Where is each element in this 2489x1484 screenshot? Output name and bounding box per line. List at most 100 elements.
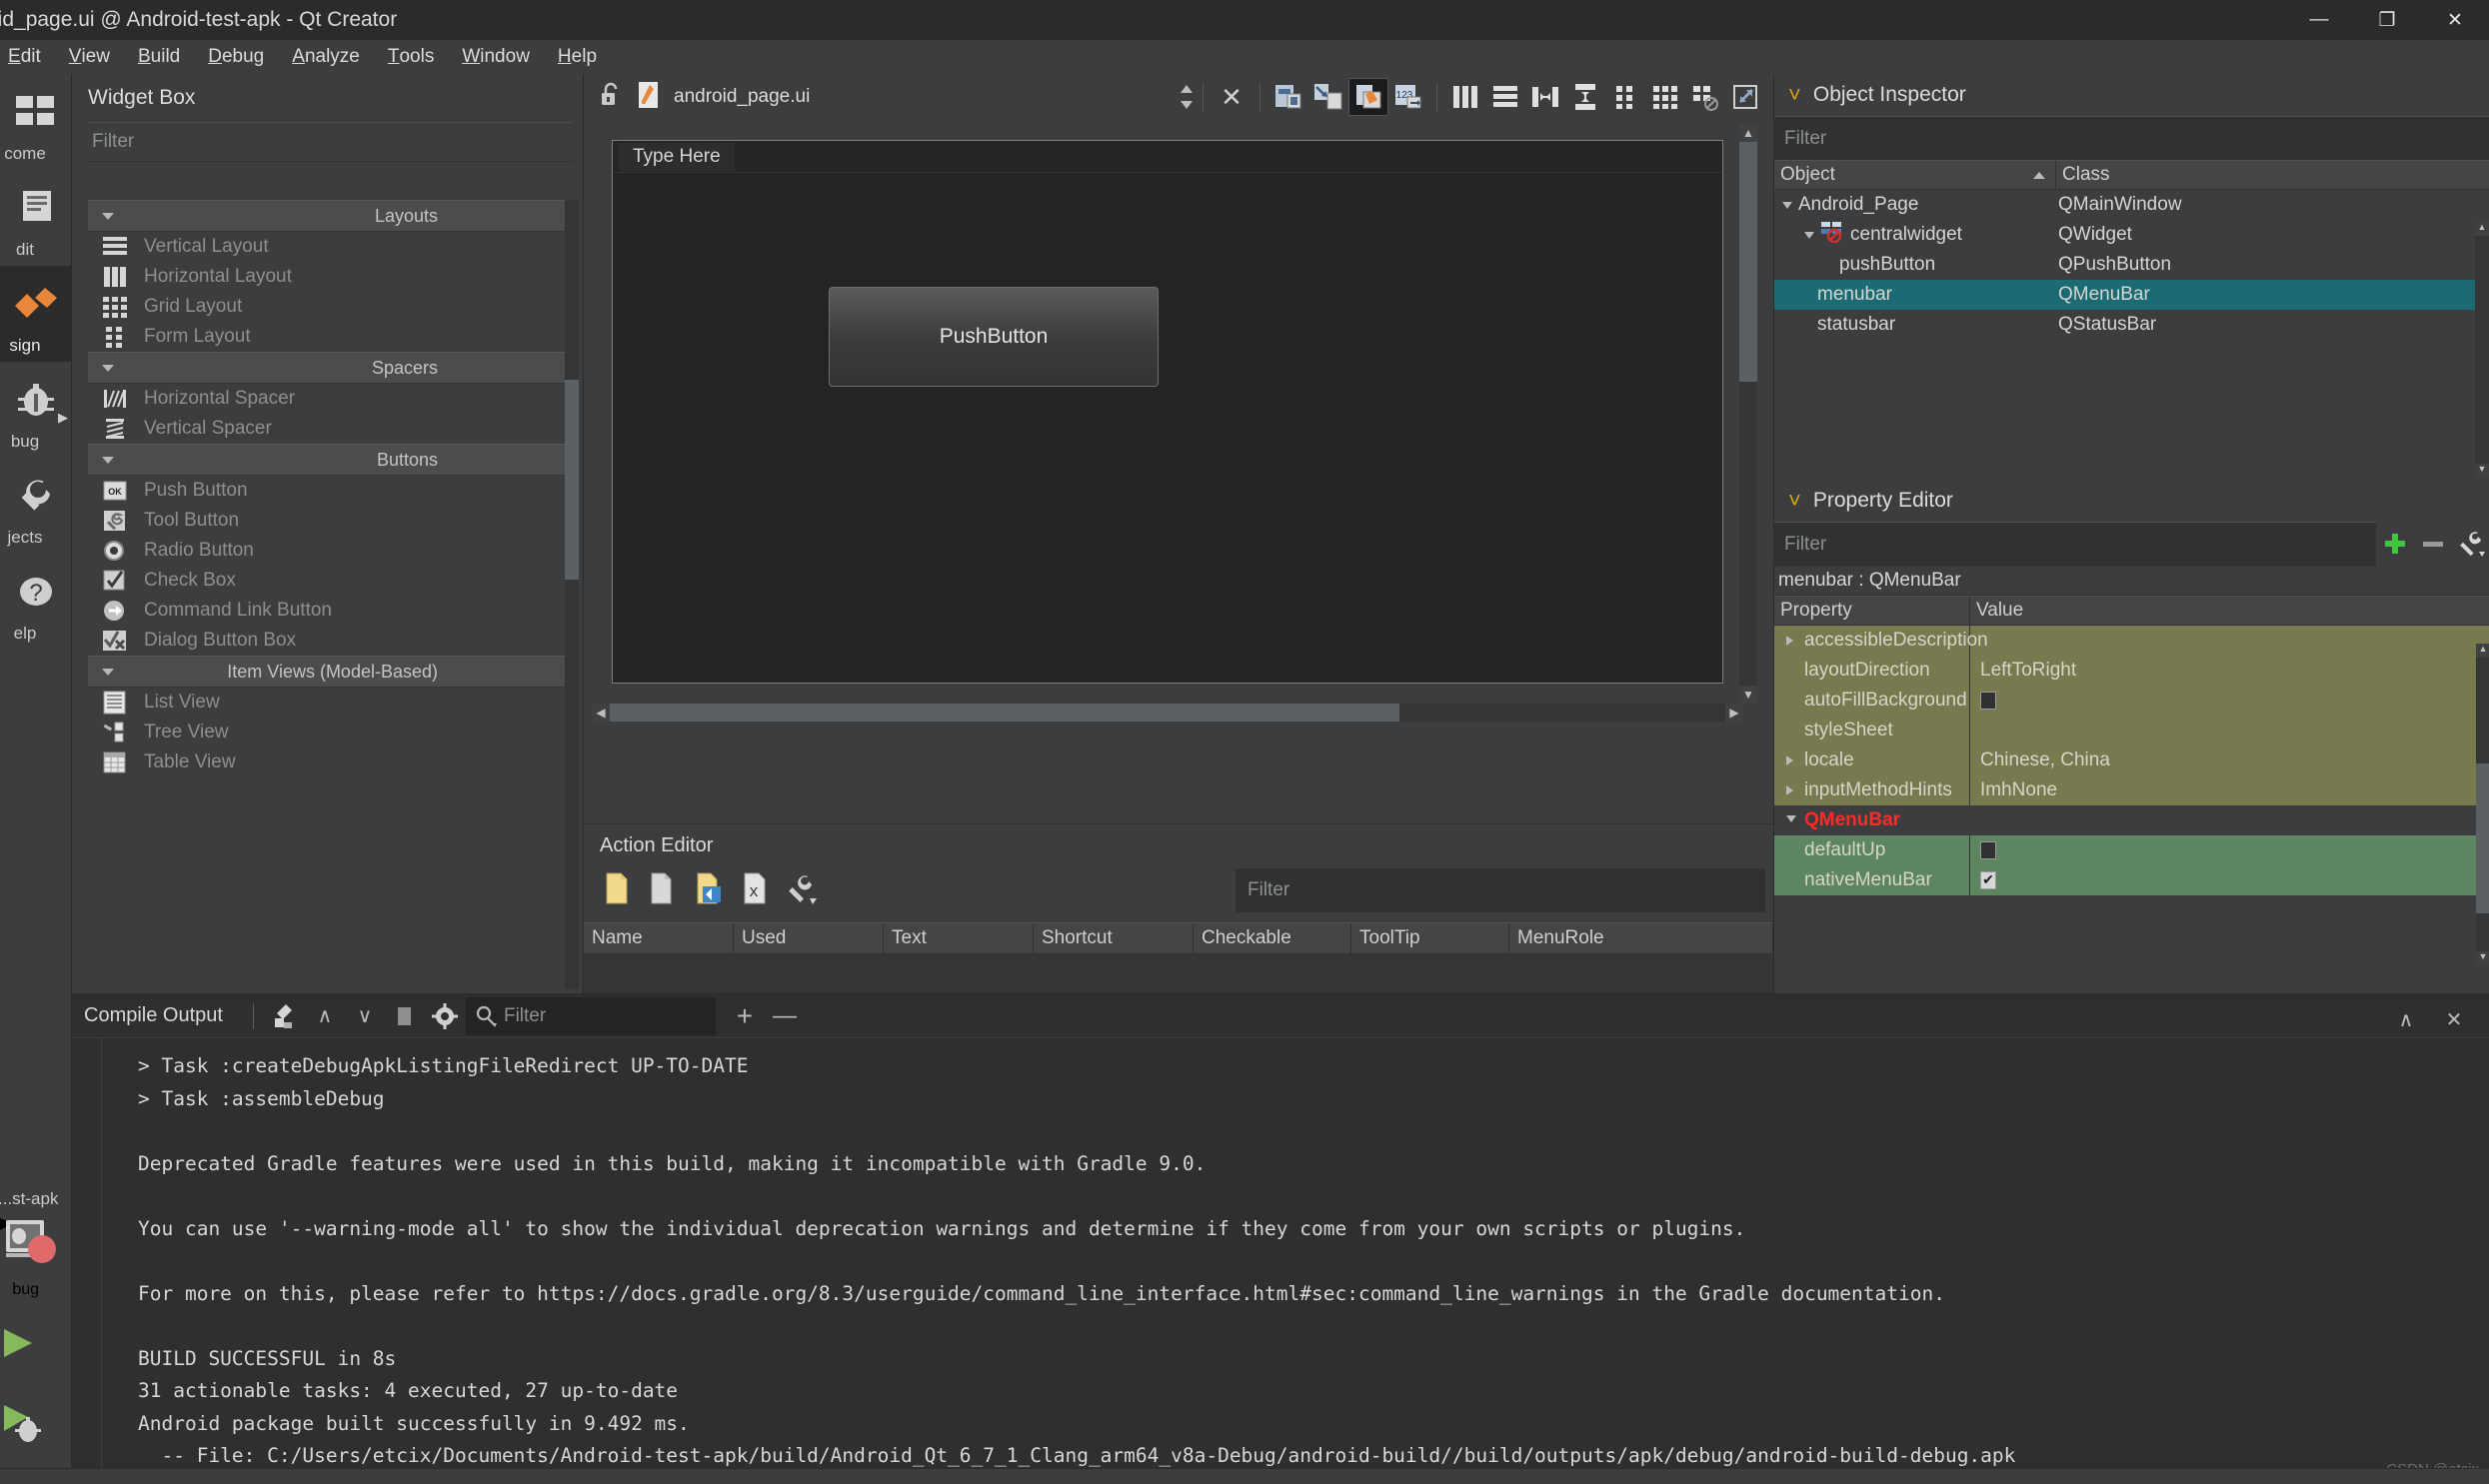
widget-item-check-box[interactable]: Check Box: [88, 566, 568, 596]
expander-collapse-icon[interactable]: [1786, 814, 1796, 822]
menu-tools[interactable]: Tools: [374, 40, 448, 74]
widget-category-buttons[interactable]: Buttons: [88, 444, 568, 476]
expander-collapse-icon[interactable]: [1782, 201, 1792, 209]
widget-item-table-view[interactable]: Table View: [88, 747, 568, 777]
minimize-button[interactable]: —: [2285, 0, 2353, 40]
add-property-icon[interactable]: [2376, 525, 2414, 563]
property-row-autofillbackground[interactable]: autoFillBackground: [1774, 685, 2489, 716]
column-object[interactable]: Object: [1774, 161, 2056, 189]
menu-debug[interactable]: Debug: [194, 40, 278, 74]
adjust-size-icon[interactable]: [1725, 78, 1765, 116]
kit-selector[interactable]: ▶ bug: [0, 1213, 72, 1305]
property-checkbox[interactable]: [1980, 840, 1996, 859]
expander-expand-icon[interactable]: [1786, 754, 1793, 765]
zoom-in-button[interactable]: +: [726, 997, 764, 1035]
widget-box-filter-input[interactable]: Filter: [88, 122, 572, 162]
mode-edit[interactable]: dit: [0, 170, 72, 266]
form-menu-bar[interactable]: Type Here: [613, 141, 1722, 173]
property-row-defaultup[interactable]: defaultUp: [1774, 834, 2489, 865]
property-value[interactable]: [1970, 715, 2489, 745]
action-column-used[interactable]: Used: [734, 923, 884, 953]
mode-debug[interactable]: ▶ bug: [0, 362, 72, 458]
scroll-up-arrow[interactable]: ▲: [1739, 124, 1757, 142]
pe-scroll-up[interactable]: ▲: [2476, 644, 2489, 658]
scroll-left-arrow[interactable]: ◀: [592, 704, 610, 722]
object-inspector-filter-input[interactable]: Filter: [1774, 116, 2489, 160]
property-editor-header[interactable]: ˅ Property Editor: [1774, 480, 2489, 522]
action-column-tooltip[interactable]: ToolTip: [1351, 923, 1509, 953]
action-column-menurole[interactable]: MenuRole: [1509, 923, 1773, 953]
property-row-stylesheet[interactable]: styleSheet: [1774, 715, 2489, 745]
property-checkbox[interactable]: [1980, 691, 1996, 710]
action-column-text[interactable]: Text: [884, 923, 1034, 953]
copy-action-icon[interactable]: [646, 870, 680, 911]
type-here-placeholder[interactable]: Type Here: [619, 142, 735, 171]
property-value[interactable]: [1970, 685, 2489, 716]
property-table-rows[interactable]: accessibleDescription layoutDirection Left…: [1774, 625, 2489, 895]
widget-item-radio-button[interactable]: Radio Button: [88, 536, 568, 566]
stop-icon[interactable]: [386, 997, 424, 1035]
property-value[interactable]: [1970, 834, 2489, 865]
menu-window[interactable]: Window: [448, 40, 544, 74]
column-value[interactable]: Value: [1970, 597, 2489, 625]
object-row-pushbutton[interactable]: pushButton QPushButton: [1774, 250, 2489, 280]
action-editor-filter-input[interactable]: Filter: [1236, 868, 1765, 912]
unlocked-icon[interactable]: [600, 81, 622, 114]
settings-icon[interactable]: [426, 997, 464, 1035]
designed-main-window[interactable]: Type Here PushButton: [612, 140, 1723, 684]
layout-vertically-icon[interactable]: [1485, 78, 1525, 116]
property-row-nativemenubar[interactable]: nativeMenuBar ✔: [1774, 864, 2489, 895]
property-value[interactable]: [1970, 625, 2489, 656]
edit-tab-order-icon[interactable]: 123: [1388, 78, 1428, 116]
chevron-down-icon[interactable]: ˅: [1788, 490, 1801, 512]
layout-form-icon[interactable]: [1605, 78, 1645, 116]
scroll-down-arrow[interactable]: ▼: [1739, 686, 1757, 704]
widget-item-dialog-button-box[interactable]: Dialog Button Box: [88, 626, 568, 656]
layout-horizontally-icon[interactable]: [1445, 78, 1485, 116]
object-row-statusbar[interactable]: statusbar QStatusBar: [1774, 310, 2489, 340]
property-row-inputmethodhints[interactable]: inputMethodHints ImhNone: [1774, 774, 2489, 805]
pe-scroll-down[interactable]: ▼: [2476, 951, 2489, 965]
canvas-horizontal-scrollbar[interactable]: ◀ ▶: [592, 704, 1743, 722]
layout-splitter-horizontal-icon[interactable]: [1525, 78, 1565, 116]
property-checkbox[interactable]: ✔: [1980, 870, 1996, 889]
widget-box-scrollbar[interactable]: [565, 200, 579, 989]
widget-category-spacers[interactable]: Spacers: [88, 352, 568, 384]
widget-item-tree-view[interactable]: Tree View: [88, 718, 568, 747]
widget-category-item-views-model-based[interactable]: Item Views (Model-Based): [88, 656, 568, 688]
maximize-button[interactable]: ❐: [2353, 0, 2421, 40]
object-inspector-header[interactable]: ˅ Object Inspector: [1774, 74, 2489, 116]
property-value[interactable]: ImhNone: [1970, 774, 2489, 805]
next-item-icon[interactable]: ∨: [346, 997, 384, 1035]
object-row-menubar[interactable]: menubar QMenuBar: [1774, 280, 2489, 310]
collapse-panel-button[interactable]: ∧: [2387, 1000, 2425, 1038]
mode-projects[interactable]: jects: [0, 458, 72, 554]
property-row-qmenubar[interactable]: QMenuBar: [1774, 804, 2489, 835]
expander-collapse-icon[interactable]: [1804, 231, 1814, 239]
widget-item-push-button[interactable]: OK Push Button: [88, 476, 568, 506]
layout-grid-icon[interactable]: [1645, 78, 1685, 116]
object-row-centralwidget[interactable]: centralwidget QWidget: [1774, 220, 2489, 250]
property-value[interactable]: LeftToRight: [1970, 655, 2489, 686]
property-row-locale[interactable]: locale Chinese, China: [1774, 744, 2489, 775]
column-property[interactable]: Property: [1774, 597, 1970, 625]
form-canvas[interactable]: Type Here PushButton: [592, 124, 1743, 704]
pe-scroll-thumb[interactable]: [2476, 763, 2489, 913]
compile-output-text[interactable]: > Task :createDebugApkListingFileRedirec…: [72, 1038, 2489, 1484]
expander-expand-icon[interactable]: [1786, 784, 1793, 795]
paste-action-icon[interactable]: [692, 870, 726, 911]
property-value[interactable]: Chinese, China: [1970, 744, 2489, 775]
object-inspector-scrollbar[interactable]: ▲ ▼: [2475, 222, 2489, 478]
configure-property-icon[interactable]: [2452, 525, 2489, 563]
debug-mode-expand-arrow[interactable]: ▶: [58, 410, 68, 426]
split-arrows-icon[interactable]: [1179, 83, 1195, 111]
edit-buddies-icon[interactable]: [1348, 78, 1388, 116]
object-tree-rows[interactable]: Android_Page QMainWindow centralwidget QWid…: [1774, 190, 2489, 370]
push-button-widget[interactable]: PushButton: [829, 287, 1159, 387]
widget-category-layouts[interactable]: Layouts: [88, 200, 568, 232]
widget-box-list[interactable]: Layouts Vertical Layout Horizontal Layout G…: [88, 200, 568, 989]
widget-item-vertical-layout[interactable]: Vertical Layout: [88, 232, 568, 262]
action-column-name[interactable]: Name: [584, 923, 734, 953]
scroll-right-arrow[interactable]: ▶: [1725, 704, 1743, 722]
widget-item-vertical-spacer[interactable]: Vertical Spacer: [88, 414, 568, 444]
